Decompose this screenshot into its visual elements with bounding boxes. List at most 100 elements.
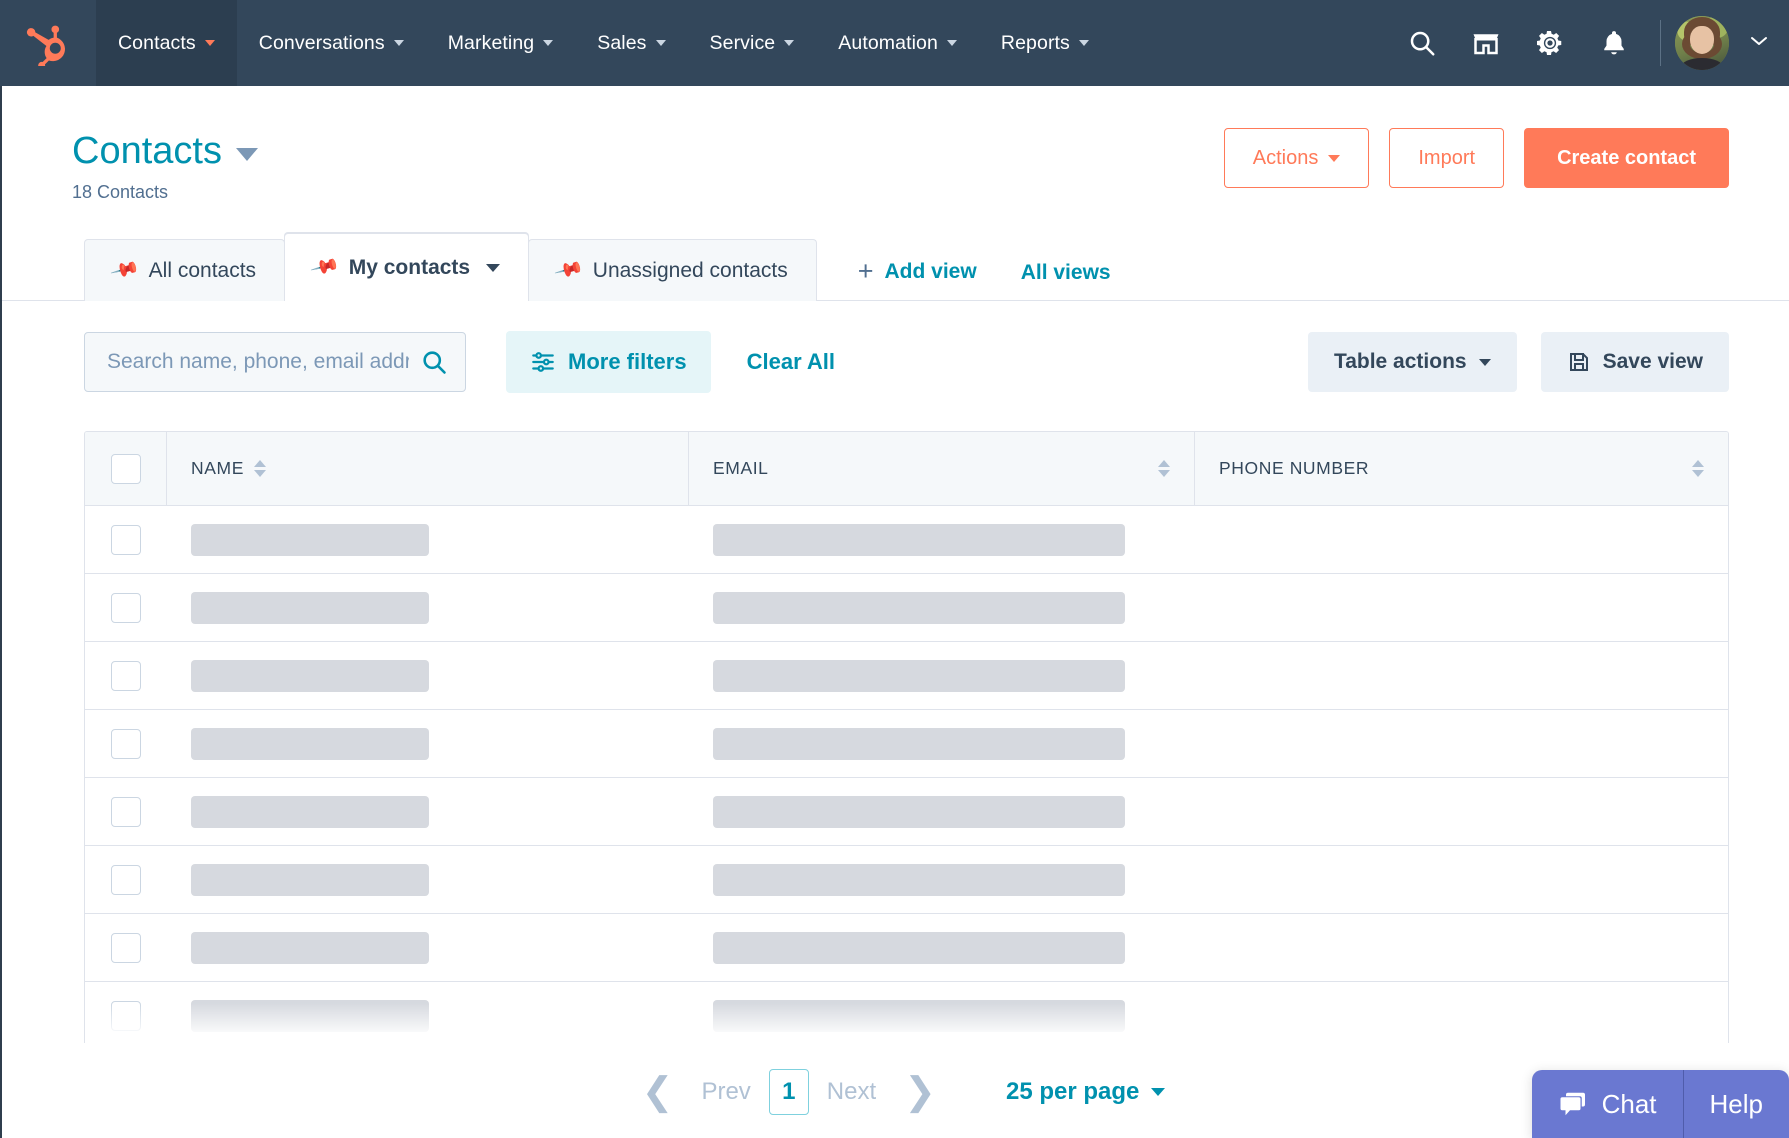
toolbar-right-actions: Table actions Save view bbox=[1307, 332, 1729, 392]
cell-phone-number bbox=[1195, 778, 1728, 845]
create-contact-button[interactable]: Create contact bbox=[1524, 128, 1729, 188]
sort-toggle-icon[interactable] bbox=[1692, 460, 1704, 477]
chevron-down-icon bbox=[1151, 1088, 1166, 1096]
gear-icon[interactable] bbox=[1518, 0, 1582, 86]
nav-item-sales[interactable]: Sales bbox=[575, 0, 687, 86]
row-checkbox[interactable] bbox=[111, 592, 141, 623]
row-select-cell bbox=[85, 932, 167, 963]
table-row[interactable] bbox=[85, 914, 1728, 982]
nav-item-service[interactable]: Service bbox=[688, 0, 817, 86]
nav-item-conversations[interactable]: Conversations bbox=[237, 0, 426, 86]
nav-item-contacts[interactable]: Contacts bbox=[96, 0, 237, 86]
column-header-email[interactable]: EMAIL bbox=[689, 432, 1195, 505]
pin-icon: 📌 bbox=[309, 252, 341, 283]
page-number-current[interactable]: 1 bbox=[768, 1069, 809, 1115]
cell-name bbox=[167, 982, 689, 1043]
chat-help-widget: Chat Help bbox=[1531, 1070, 1789, 1138]
clear-all-button[interactable]: Clear All bbox=[747, 349, 835, 375]
tab-unassigned-contacts[interactable]: 📌 Unassigned contacts bbox=[528, 239, 817, 301]
sort-toggle-icon[interactable] bbox=[1158, 460, 1170, 477]
pagination: ❮ Prev 1 Next ❯ 25 per page bbox=[2, 1069, 1789, 1115]
table-row[interactable] bbox=[85, 574, 1728, 642]
loading-placeholder bbox=[191, 727, 429, 760]
chevron-down-icon bbox=[784, 40, 795, 46]
account-menu-chevron-icon[interactable] bbox=[1747, 33, 1771, 54]
nav-item-label: Service bbox=[709, 31, 776, 54]
record-count: 18 Contacts bbox=[72, 182, 169, 202]
nav-item-reports[interactable]: Reports bbox=[979, 0, 1111, 86]
search-input[interactable] bbox=[84, 332, 466, 392]
table-row[interactable] bbox=[85, 506, 1728, 574]
row-select-cell bbox=[85, 1000, 167, 1031]
column-header-phone-number[interactable]: PHONE NUMBER bbox=[1195, 432, 1728, 505]
nav-item-label: Reports bbox=[1000, 31, 1070, 54]
nav-utility-icons bbox=[1390, 0, 1789, 86]
row-checkbox[interactable] bbox=[111, 1000, 141, 1031]
save-view-button[interactable]: Save view bbox=[1540, 332, 1729, 392]
row-checkbox[interactable] bbox=[111, 796, 141, 827]
nav-item-label: Sales bbox=[597, 31, 647, 54]
table-actions-button[interactable]: Table actions bbox=[1307, 332, 1517, 392]
table-row[interactable] bbox=[85, 710, 1728, 778]
hubspot-logo[interactable] bbox=[0, 0, 96, 86]
row-checkbox[interactable] bbox=[111, 524, 141, 555]
prev-page-chevron-icon[interactable]: ❮ bbox=[626, 1073, 690, 1111]
app-page: Contacts Conversations Marketing Sales S… bbox=[0, 0, 1789, 1138]
prev-page-button[interactable]: Prev bbox=[689, 1078, 762, 1106]
cell-name bbox=[167, 574, 689, 641]
chat-button[interactable]: Chat bbox=[1532, 1070, 1683, 1138]
sort-toggle-icon[interactable] bbox=[253, 460, 266, 477]
add-view-label: Add view bbox=[884, 259, 977, 283]
row-checkbox[interactable] bbox=[111, 864, 141, 895]
nav-item-marketing[interactable]: Marketing bbox=[426, 0, 576, 86]
row-checkbox[interactable] bbox=[111, 932, 141, 963]
avatar[interactable] bbox=[1675, 16, 1729, 70]
filter-toolbar: More filters Clear All Table actions Sav… bbox=[2, 301, 1789, 393]
loading-placeholder bbox=[713, 523, 1125, 556]
row-checkbox[interactable] bbox=[111, 660, 141, 691]
filters-icon bbox=[532, 352, 554, 372]
table-row[interactable] bbox=[85, 778, 1728, 846]
table-row[interactable] bbox=[85, 846, 1728, 914]
cell-phone-number bbox=[1195, 982, 1728, 1043]
table-header-row: NAME EMAIL PHONE NUMBER bbox=[85, 432, 1728, 506]
all-views-link[interactable]: All views bbox=[1021, 261, 1111, 285]
row-select-cell bbox=[85, 592, 167, 623]
next-page-button[interactable]: Next bbox=[815, 1078, 888, 1106]
search-icon[interactable] bbox=[1390, 0, 1454, 86]
table-row[interactable] bbox=[85, 982, 1728, 1043]
chevron-down-icon bbox=[486, 263, 501, 272]
more-filters-label: More filters bbox=[568, 349, 687, 374]
column-header-name[interactable]: NAME bbox=[167, 432, 689, 505]
loading-placeholder bbox=[191, 591, 429, 624]
help-button[interactable]: Help bbox=[1684, 1070, 1789, 1138]
tab-all-contacts[interactable]: 📌 All contacts bbox=[84, 239, 286, 301]
page-title[interactable]: Contacts bbox=[72, 132, 258, 170]
table-row[interactable] bbox=[85, 642, 1728, 710]
add-view-button[interactable]: + Add view bbox=[858, 258, 977, 285]
import-button[interactable]: Import bbox=[1389, 128, 1505, 188]
cell-phone-number bbox=[1195, 710, 1728, 777]
marketplace-icon[interactable] bbox=[1454, 0, 1518, 86]
bell-icon[interactable] bbox=[1582, 0, 1646, 86]
tab-label: My contacts bbox=[348, 255, 471, 279]
contacts-table: NAME EMAIL PHONE NUMBER bbox=[84, 431, 1729, 1043]
main-content: Contacts 18 Contacts Actions Import Crea… bbox=[0, 86, 1789, 1138]
next-page-chevron-icon[interactable]: ❯ bbox=[888, 1073, 952, 1111]
tab-my-contacts[interactable]: 📌 My contacts bbox=[284, 233, 530, 301]
nav-item-automation[interactable]: Automation bbox=[816, 0, 979, 86]
loading-placeholder bbox=[191, 795, 429, 828]
pin-icon: 📌 bbox=[553, 255, 585, 286]
search-submit-button[interactable] bbox=[420, 348, 448, 376]
cell-email bbox=[689, 574, 1195, 641]
row-checkbox[interactable] bbox=[111, 728, 141, 759]
nav-item-label: Contacts bbox=[118, 31, 196, 54]
row-select-cell bbox=[85, 796, 167, 827]
cell-name bbox=[167, 914, 689, 981]
actions-button[interactable]: Actions bbox=[1223, 128, 1370, 188]
chevron-down-icon bbox=[543, 40, 554, 46]
select-all-checkbox[interactable] bbox=[110, 453, 141, 484]
per-page-selector[interactable]: 25 per page bbox=[1006, 1078, 1166, 1106]
cell-phone-number bbox=[1195, 642, 1728, 709]
more-filters-button[interactable]: More filters bbox=[506, 331, 711, 393]
